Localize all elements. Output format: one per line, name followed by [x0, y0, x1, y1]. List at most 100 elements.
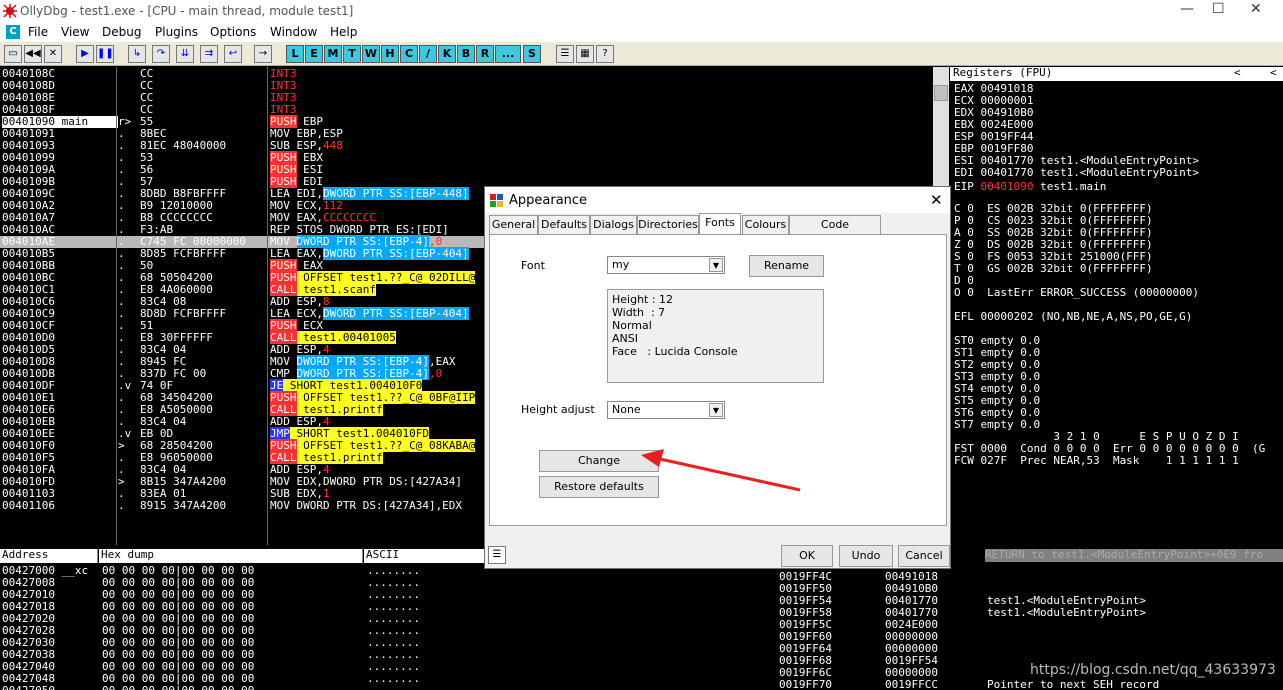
- disasm-instruction: MOV DWORD PTR DS:[427A34],EDX: [270, 500, 462, 512]
- cancel-button[interactable]: Cancel: [898, 545, 950, 567]
- ollydbg-bug-icon: [3, 4, 17, 18]
- close-icon[interactable]: ✕: [44, 45, 62, 63]
- font-info-line: ANSI: [612, 332, 638, 345]
- eip-label: EIP: [954, 180, 981, 193]
- ok-button[interactable]: OK: [781, 545, 833, 567]
- font-select-value: my: [612, 258, 630, 271]
- instruction-token: DWORD PTR SS:[EBP-448]: [322, 187, 469, 200]
- references-button[interactable]: R: [476, 45, 494, 63]
- go-to-icon[interactable]: →: [254, 45, 272, 63]
- log-window-button[interactable]: L: [286, 45, 304, 63]
- step-over-icon[interactable]: ↷: [152, 45, 170, 63]
- register-line: EDI 00401770 test1.<ModuleEntryPoint>: [954, 166, 1200, 179]
- stack-address: 0019FF70: [779, 678, 832, 690]
- restore-defaults-button[interactable]: Restore defaults: [539, 476, 659, 498]
- patches-button[interactable]: /: [419, 45, 437, 63]
- column-divider: [267, 67, 268, 545]
- registers-header[interactable]: Registers (FPU) < <: [950, 67, 1283, 81]
- menu-window[interactable]: Window: [270, 25, 317, 39]
- instruction-token: ,0: [428, 367, 443, 380]
- font-select[interactable]: my ▼: [607, 256, 725, 274]
- rename-button[interactable]: Rename: [749, 255, 824, 277]
- font-info-line: Width : 7: [612, 306, 666, 319]
- register-line: EFL 00000202 (NO,NB,NE,A,NS,PO,GE,G): [954, 310, 1193, 323]
- pause-icon[interactable]: ❚❚: [96, 45, 114, 63]
- dump-header-hex[interactable]: Hex dump: [99, 549, 363, 563]
- menu-help[interactable]: Help: [330, 25, 357, 39]
- menu-debug[interactable]: Debug: [102, 25, 141, 39]
- executable-modules-button[interactable]: E: [305, 45, 323, 63]
- menu-plugins[interactable]: Plugins: [155, 25, 198, 39]
- execute-till-return-icon[interactable]: ↩: [224, 45, 242, 63]
- instruction-token: MOV DWORD PTR DS:[427A34],EDX: [270, 499, 463, 512]
- memory-map-button[interactable]: M: [324, 45, 342, 63]
- font-info-line: Normal: [612, 319, 652, 332]
- handles-button[interactable]: H: [381, 45, 399, 63]
- eip-value: 00401090: [980, 180, 1034, 193]
- threads-button[interactable]: T: [343, 45, 361, 63]
- menu-bar: C File View Debug Plugins Options Window…: [0, 22, 1283, 42]
- menu-options[interactable]: Options: [210, 25, 256, 39]
- tab-directories[interactable]: Directories: [637, 215, 699, 235]
- tab-defaults[interactable]: Defaults: [538, 215, 590, 235]
- stack-comment: Pointer to next SEH record: [987, 678, 1160, 690]
- stack-comment: test1.<ModuleEntryPoint>: [987, 606, 1146, 619]
- minimize-icon[interactable]: —: [1180, 1, 1194, 17]
- help-icon[interactable]: ?: [596, 45, 614, 63]
- font-info-box: Height : 12 Width : 7 Normal ANSI Face :…: [607, 289, 824, 383]
- font-label: Font: [521, 259, 545, 272]
- dump-address: 00427050: [2, 685, 55, 690]
- dialog-title: Appearance: [509, 193, 588, 208]
- trace-into-icon[interactable]: ⇊: [176, 45, 194, 63]
- dump-header-address[interactable]: Address: [0, 549, 98, 563]
- instruction-token: DWORD PTR SS:[EBP-404]: [322, 247, 469, 260]
- tab-code-highlighting[interactable]: Code highlighting: [789, 215, 881, 249]
- height-adjust-label: Height adjust: [521, 403, 595, 416]
- menu-file[interactable]: File: [28, 25, 48, 39]
- trace-over-icon[interactable]: ⇉: [200, 45, 218, 63]
- change-button[interactable]: Change: [539, 450, 659, 472]
- maximize-icon[interactable]: ☐: [1212, 1, 1225, 17]
- run-icon[interactable]: ▶: [76, 45, 94, 63]
- windows-button[interactable]: W: [362, 45, 380, 63]
- breakpoints-button[interactable]: B: [457, 45, 475, 63]
- tab-dialogs[interactable]: Dialogs: [590, 215, 637, 235]
- instruction-token: DWORD PTR SS:[EBP-404]: [322, 307, 469, 320]
- close-window-icon[interactable]: ✕: [1250, 1, 1262, 17]
- dialog-close-icon[interactable]: ✕: [930, 191, 943, 209]
- height-adjust-value: None: [612, 403, 641, 416]
- height-adjust-select[interactable]: None ▼: [607, 401, 725, 419]
- window-title: OllyDbg - test1.exe - [CPU - main thread…: [20, 4, 354, 18]
- registers-pane[interactable]: Registers (FPU) < < EAX 00491018 ECX 000000…: [950, 67, 1283, 545]
- register-line: T 0 GS 002B 32bit 0(FFFFFFFF): [954, 262, 1153, 275]
- tab-colours[interactable]: Colours: [742, 215, 789, 235]
- stack-value: 0019FFCC: [885, 678, 938, 690]
- menu-view[interactable]: View: [61, 25, 89, 39]
- column-divider: [116, 67, 117, 545]
- undo-button[interactable]: Undo: [839, 545, 893, 567]
- chevron-down-icon[interactable]: ▼: [709, 403, 723, 417]
- fonts-tab-panel: Font my ▼ Rename Height : 12 Width : 7 No…: [489, 234, 947, 526]
- toolbar: ▭ ◀◀ ✕ ▶ ❚❚ ↳ ↷ ⇊ ⇉ ↩ → L E M T W H C / …: [0, 42, 1283, 66]
- disasm-hex: 8915 347A4200: [140, 499, 227, 512]
- call-stack-button[interactable]: K: [438, 45, 456, 63]
- tab-fonts[interactable]: Fonts: [699, 213, 741, 236]
- list-icon[interactable]: ☰: [488, 546, 506, 564]
- tab-general[interactable]: General: [489, 215, 538, 235]
- disasm-jump-marker: .: [118, 499, 125, 512]
- eip-line: EIP 00401090 test1.main: [954, 181, 1106, 193]
- source-button[interactable]: S: [523, 45, 541, 63]
- scrollbar-thumb[interactable]: [934, 85, 948, 101]
- cpu-button[interactable]: C: [400, 45, 418, 63]
- dialog-title-bar: Appearance ✕: [485, 187, 950, 213]
- list-icon[interactable]: ☰: [556, 45, 574, 63]
- run-trace-button[interactable]: ...: [495, 45, 521, 63]
- colors-icon[interactable]: ▦: [576, 45, 594, 63]
- step-into-icon[interactable]: ↳: [128, 45, 146, 63]
- restart-icon[interactable]: ◀◀: [24, 45, 42, 63]
- dialog-button-bar: ☰ OK Undo Cancel: [485, 543, 950, 569]
- dump-ascii: ........: [367, 685, 420, 690]
- chevron-down-icon[interactable]: ▼: [709, 258, 723, 272]
- open-icon[interactable]: ▭: [4, 45, 22, 63]
- cpu-window-icon[interactable]: C: [6, 25, 20, 39]
